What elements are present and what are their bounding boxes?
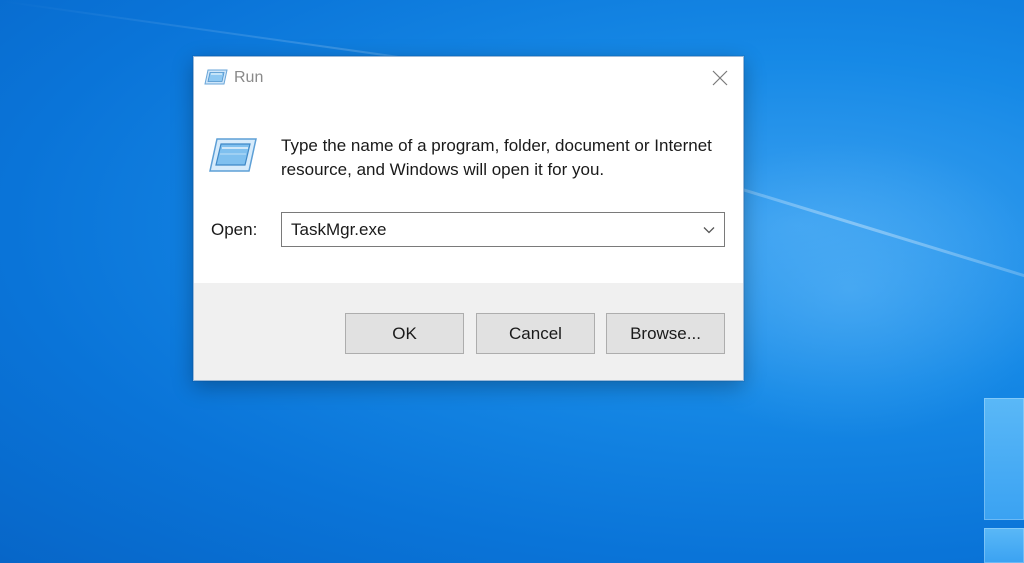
windows-logo-pane <box>984 528 1024 563</box>
run-description: Type the name of a program, folder, docu… <box>281 136 712 179</box>
run-program-icon <box>208 137 258 173</box>
title-bar[interactable]: Run <box>194 57 743 99</box>
close-icon <box>712 70 728 86</box>
chevron-down-icon <box>703 226 715 233</box>
open-dropdown-button[interactable] <box>694 213 724 246</box>
open-label: Open: <box>211 220 258 239</box>
run-dialog: Run Type the name of a program, folder, … <box>193 56 744 381</box>
open-input[interactable] <box>282 213 682 246</box>
window-title: Run <box>234 69 264 86</box>
browse-button[interactable]: Browse... <box>606 313 725 354</box>
close-button[interactable] <box>697 57 743 99</box>
run-icon <box>204 69 228 85</box>
open-combobox[interactable] <box>281 212 725 247</box>
cancel-button[interactable]: Cancel <box>476 313 595 354</box>
ok-button[interactable]: OK <box>345 313 464 354</box>
dialog-footer: OK Cancel Browse... <box>194 283 743 380</box>
windows-logo-pane <box>984 398 1024 520</box>
